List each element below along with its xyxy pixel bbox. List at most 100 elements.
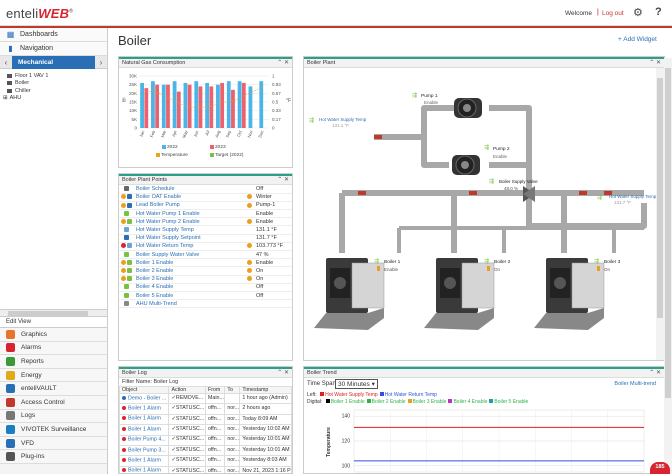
table-row[interactable]: Boiler Supply Water Valve 47 %	[119, 250, 292, 260]
tree-item[interactable]: Boiler	[3, 80, 104, 88]
table-row[interactable]: Hot Water Pump 1 Enable Enable	[119, 209, 292, 219]
table-row[interactable]: Boiler Pump 4... ✓STATUSC... offn... nor...…	[119, 434, 292, 446]
tab-mechanical[interactable]: Mechanical	[12, 55, 95, 69]
menu-item-vivotek-surveillance[interactable]: VIVOTEK Surveillance	[0, 423, 107, 437]
main-scrollbar[interactable]	[664, 58, 672, 474]
menu-item-plug-ins[interactable]: Plug-ins	[0, 450, 107, 464]
bar-2023[interactable]	[176, 91, 181, 128]
legend-label[interactable]: Boiler 2 Enable	[372, 399, 406, 405]
log-column-header[interactable]: Action	[168, 386, 206, 394]
boiler-2[interactable]	[424, 258, 495, 330]
tree-item[interactable]: ⊞ AHU	[3, 95, 104, 103]
notification-badge[interactable]: 185	[650, 462, 670, 474]
sidebar-item-navigation[interactable]: ▮ Navigation	[0, 42, 107, 56]
boiler-3[interactable]	[534, 258, 605, 330]
timespan-select[interactable]: 30 Minutes ▾	[335, 379, 378, 389]
legend-label[interactable]: Boiler 3 Enable	[413, 399, 447, 405]
legend-label[interactable]: Temperature	[161, 152, 188, 158]
point-name[interactable]: Boiler Schedule	[134, 185, 245, 194]
table-row[interactable]: Boiler OAT Enable Winter	[119, 193, 292, 202]
table-row[interactable]: Boiler Schedule Off	[119, 185, 292, 194]
multi-trend-link[interactable]: Boiler Multi-trend	[614, 381, 656, 387]
point-name[interactable]: Boiler 3 Enable	[134, 275, 245, 284]
add-widget-button[interactable]: + Add Widget	[618, 36, 657, 43]
point-name[interactable]: Boiler 2 Enable	[134, 266, 245, 276]
point-name[interactable]: Lead Boiler Pump	[134, 201, 245, 211]
table-row[interactable]: Boiler 1 Alarm ✓STATUSC... offn... nor... No…	[119, 465, 292, 473]
legend-label[interactable]: 2023	[215, 144, 226, 150]
supply-temp-label[interactable]: Hot Water Supply Temp	[319, 117, 367, 122]
bar-2023[interactable]	[144, 88, 149, 128]
help-icon[interactable]: ?	[655, 6, 662, 18]
bar-2022[interactable]	[151, 81, 155, 128]
menu-item-alarms[interactable]: Alarms	[0, 341, 107, 356]
boiler-name[interactable]: Boiler 2	[494, 259, 511, 265]
menu-item-entelivault[interactable]: enteliVAULT	[0, 382, 107, 396]
table-row[interactable]: Boiler 3 Enable On	[119, 275, 292, 284]
legend-label[interactable]: Hot Water Return Temp	[385, 392, 437, 398]
edit-view-tab[interactable]: Edit View	[0, 317, 107, 328]
bar-2022[interactable]	[140, 82, 144, 128]
table-row[interactable]: Boiler 1 Alarm ✓STATUSC... offn... nor... To…	[119, 413, 292, 426]
table-row[interactable]: Boiler 1 Enable Enable	[119, 258, 292, 268]
valve-label[interactable]: Boiler Supply Valve	[499, 179, 538, 184]
legend-label[interactable]: Hot Water Supply Temp	[325, 392, 378, 398]
point-name[interactable]: Hot Water Return Temp	[134, 242, 245, 252]
bar-2022[interactable]	[161, 84, 166, 128]
log-column-header[interactable]: To	[224, 386, 241, 394]
table-row[interactable]: Boiler 1 Alarm ✓STATUSC... offn... nor... Ye…	[119, 455, 292, 467]
legend-label[interactable]: Boiler 1 Enable	[331, 399, 365, 405]
menu-item-energy[interactable]: Energy	[0, 368, 107, 383]
table-row[interactable]: Boiler 1 Alarm ✓STATUSC... offn... nor... Ye…	[119, 424, 292, 436]
bar-2023[interactable]	[155, 84, 160, 128]
point-name[interactable]: AHU Multi-Trend	[134, 299, 245, 309]
pump-1-icon[interactable]	[454, 98, 482, 118]
widget-controls[interactable]: ⌃ ✕	[649, 59, 661, 68]
pump-2-label[interactable]: Pump 2	[493, 146, 510, 152]
bar-2022[interactable]	[216, 84, 220, 128]
point-name[interactable]: Boiler 4 Enable	[134, 283, 245, 292]
tree-item[interactable]: Floor 1 VAV 1	[3, 72, 104, 80]
table-row[interactable]: Boiler 5 Enable Off	[119, 291, 292, 301]
table-row[interactable]: Boiler 2 Enable On	[119, 266, 292, 276]
widget-controls[interactable]: ⌃ ✕	[277, 176, 289, 185]
bar-2022[interactable]	[205, 82, 209, 128]
bar-2023[interactable]	[209, 86, 214, 128]
table-row[interactable]: Boiler 4 Enable Off	[119, 283, 292, 292]
widget-controls[interactable]: ⌃ ✕	[277, 59, 289, 68]
legend-label[interactable]: Boiler 4 Enable	[453, 399, 487, 405]
widget-controls[interactable]: ⌃ ✕	[649, 369, 661, 378]
legend-label[interactable]: Target (2022)	[215, 152, 244, 158]
table-row[interactable]: AHU Multi-Trend	[119, 299, 292, 309]
point-name[interactable]: Hot Water Supply Setpoint	[134, 234, 245, 243]
pump-1-label[interactable]: Pump 1	[421, 93, 438, 99]
bar-2023[interactable]	[166, 84, 170, 128]
bar-2023[interactable]	[231, 89, 235, 128]
bar-2023[interactable]	[241, 82, 246, 128]
log-column-header[interactable]: Timestamp	[239, 386, 292, 394]
pump-2-icon[interactable]	[452, 155, 480, 175]
table-row[interactable]: Boiler Pump 3... ✓STATUSC... offn... nor...…	[119, 444, 292, 457]
boiler-name[interactable]: Boiler 1	[384, 259, 401, 265]
chevron-left-icon[interactable]: ‹	[0, 58, 12, 67]
table-row[interactable]: Hot Water Supply Temp 131.1 °F	[119, 225, 292, 235]
logout-link[interactable]: Log out	[602, 10, 624, 17]
bar-2022[interactable]	[172, 81, 177, 128]
point-name[interactable]: Boiler 5 Enable	[134, 291, 245, 301]
gear-icon[interactable]: ⚙	[633, 6, 643, 19]
bar-2022[interactable]	[237, 81, 242, 128]
table-row[interactable]: Demo - Boiler ... ✓REMOVE... Main... 1 hour…	[119, 392, 292, 405]
legend-label[interactable]: Boiler 5 Enable	[494, 399, 528, 405]
log-column-header[interactable]: From	[204, 386, 226, 394]
point-name[interactable]: Boiler Supply Water Valve	[134, 250, 245, 260]
log-column-header[interactable]: Object	[119, 386, 170, 394]
supply-right-label[interactable]: Hot Water Supply Temp	[609, 194, 657, 199]
sidebar-item-dashboards[interactable]: ▦ Dashboards	[0, 28, 107, 42]
menu-item-graphics[interactable]: Graphics	[0, 328, 107, 342]
tree-item[interactable]: Chiller	[3, 87, 104, 95]
bar-2023[interactable]	[220, 82, 225, 128]
table-row[interactable]: Hot Water Pump 2 Enable Enable	[119, 217, 292, 227]
bar-2023[interactable]	[187, 84, 192, 128]
boiler-name[interactable]: Boiler 3	[604, 259, 621, 265]
menu-item-vfd[interactable]: VFD	[0, 436, 107, 451]
